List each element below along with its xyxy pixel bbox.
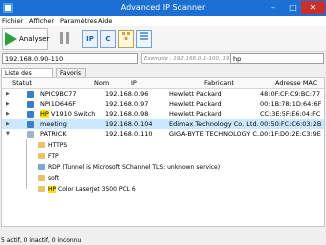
- share-item[interactable]: FTP: [2, 151, 324, 162]
- row-maker: Hewlett Packard: [169, 90, 222, 98]
- tab-favorites[interactable]: Favoris: [56, 68, 86, 77]
- share-label: soft: [48, 175, 60, 182]
- ip-class-button[interactable]: IP: [82, 30, 98, 48]
- ip-example-hint: Exemple : 192.168.0.1-100, 192.168.0.200: [141, 53, 231, 64]
- menu-settings[interactable]: Paramètres: [60, 17, 97, 25]
- close-button[interactable]: ✕: [301, 1, 325, 14]
- computer-icon: [27, 91, 34, 98]
- folder-icon: [38, 153, 45, 159]
- results-table: Statut Nom IP Fabricant Adresse MAC ▶ NP…: [1, 77, 325, 227]
- tab-bar: Liste des résultats Favoris: [0, 67, 326, 86]
- computer-icon: [27, 131, 34, 138]
- menu-view[interactable]: Afficher: [29, 17, 54, 25]
- row-maker: GIGA-BYTE TECHNOLOGY C...: [169, 130, 264, 138]
- collapse-icon[interactable]: ▼: [6, 131, 10, 137]
- col-maker[interactable]: Fabricant: [204, 79, 234, 87]
- tab-results[interactable]: Liste des résultats: [1, 68, 53, 86]
- share-item[interactable]: soft: [2, 173, 324, 184]
- row-name: HP V1910 Switch: [40, 110, 95, 118]
- share-label: FTP: [48, 153, 59, 160]
- row-name: NPIC9BC77: [40, 90, 77, 98]
- status-text: 5 actif, 0 inactif, 0 inconnu: [1, 237, 82, 244]
- table-row-selected[interactable]: ▶ meeting 192.168.0.104 Edimax Technolog…: [2, 119, 324, 129]
- row-mac: CC:3E:5F:E6:04:FC: [260, 110, 321, 118]
- row-ip: 192.168.0.97: [105, 100, 149, 108]
- table-header: Statut Nom IP Fabricant Adresse MAC: [2, 78, 324, 89]
- table-row[interactable]: ▶ NPIC9BC77 192.168.0.96 Hewlett Packard…: [2, 89, 324, 99]
- share-label: RDP (Tunnel is Microsoft SChannel TLS: u…: [48, 164, 221, 171]
- col-mac[interactable]: Adresse MAC: [275, 79, 317, 87]
- share-item[interactable]: HTTPS: [2, 140, 324, 151]
- printer-icon: [38, 186, 45, 192]
- pause-button[interactable]: [60, 32, 70, 44]
- row-mac: 00:1F:D0:2E:C3:9E: [260, 130, 321, 138]
- search-row: 192.168.0.90-110 Exemple : 192.168.0.1-1…: [0, 52, 326, 66]
- menu-bar: Fichier Afficher Paramètres Aide: [0, 16, 326, 26]
- folder-icon: [38, 142, 45, 148]
- row-name: PATRICK: [40, 130, 67, 138]
- rdp-icon: [38, 164, 45, 170]
- folder-icon: [38, 175, 45, 181]
- row-name-rest: V1910 Switch: [48, 110, 96, 118]
- row-ip: 192.168.0.104: [105, 120, 153, 128]
- expand-icon[interactable]: ▶: [6, 111, 10, 117]
- menu-file[interactable]: Fichier: [2, 17, 23, 25]
- row-name: meeting: [40, 120, 67, 128]
- row-maker: Hewlett Packard: [169, 110, 222, 118]
- row-ip: 192.168.0.96: [105, 90, 149, 98]
- expand-icon[interactable]: ▶: [6, 101, 10, 107]
- row-mac: 00:1B:78:1D:64:6F: [260, 100, 322, 108]
- share-item[interactable]: RDP (Tunnel is Microsoft SChannel TLS: u…: [2, 162, 324, 173]
- table-row[interactable]: ▼ PATRICK 192.168.0.110 GIGA-BYTE TECHNO…: [2, 129, 324, 139]
- title-bar[interactable]: Advanced IP Scanner – □ ✕: [0, 0, 326, 16]
- play-icon: [5, 32, 17, 46]
- search-highlight: HP: [40, 110, 49, 118]
- expand-icon[interactable]: ▶: [6, 121, 10, 127]
- search-filter-input[interactable]: hp: [230, 53, 324, 64]
- maximize-button[interactable]: □: [283, 1, 303, 14]
- share-label: HTTPS: [48, 142, 68, 149]
- computer-icon: [27, 121, 34, 128]
- subnet-class-button[interactable]: C: [100, 30, 116, 48]
- row-ip: 192.168.0.98: [105, 110, 149, 118]
- expand-icon[interactable]: ▶: [6, 91, 10, 97]
- scan-button[interactable]: Analyser: [2, 28, 50, 50]
- col-status[interactable]: Statut: [12, 79, 32, 87]
- table-row[interactable]: ▶ NPI1D646F 192.168.0.97 Hewlett Packard…: [2, 99, 324, 109]
- row-maker: Hewlett Packard: [169, 100, 222, 108]
- grid-view-icon[interactable]: [136, 30, 152, 48]
- col-name[interactable]: Nom: [94, 79, 109, 87]
- scan-button-label: Analyser: [19, 35, 50, 43]
- table-row[interactable]: ▶ HP V1910 Switch 192.168.0.98 Hewlett P…: [2, 109, 324, 119]
- share-item[interactable]: HP Color LaserJet 3500 PCL 6: [2, 184, 324, 195]
- row-mac: 48:0F:CF:C9:BC:77: [260, 90, 321, 98]
- row-mac: 00:50:FC:C6:03:2B: [260, 120, 322, 128]
- ip-range-input[interactable]: 192.168.0.90-110: [2, 53, 138, 64]
- row-maker: Edimax Technology Co. Ltd.: [169, 120, 259, 128]
- computer-icon: [27, 111, 34, 118]
- computer-icon: [27, 101, 34, 108]
- row-name: NPI1D646F: [40, 100, 76, 108]
- minimize-button[interactable]: –: [263, 1, 283, 14]
- share-label-rest: Color LaserJet 3500 PCL 6: [56, 186, 136, 193]
- share-label: HP Color LaserJet 3500 PCL 6: [48, 186, 136, 193]
- pause-icon: [60, 32, 63, 44]
- app-window: Advanced IP Scanner – □ ✕ Fichier Affich…: [0, 0, 326, 245]
- col-ip[interactable]: IP: [131, 79, 137, 87]
- row-ip: 192.168.0.110: [105, 130, 153, 138]
- toolbar: Analyser IP C: [0, 26, 326, 52]
- search-highlight: HP: [48, 186, 57, 193]
- network-icon[interactable]: [118, 30, 134, 48]
- status-bar: 5 actif, 0 inactif, 0 inconnu: [0, 237, 326, 245]
- menu-help[interactable]: Aide: [98, 17, 112, 25]
